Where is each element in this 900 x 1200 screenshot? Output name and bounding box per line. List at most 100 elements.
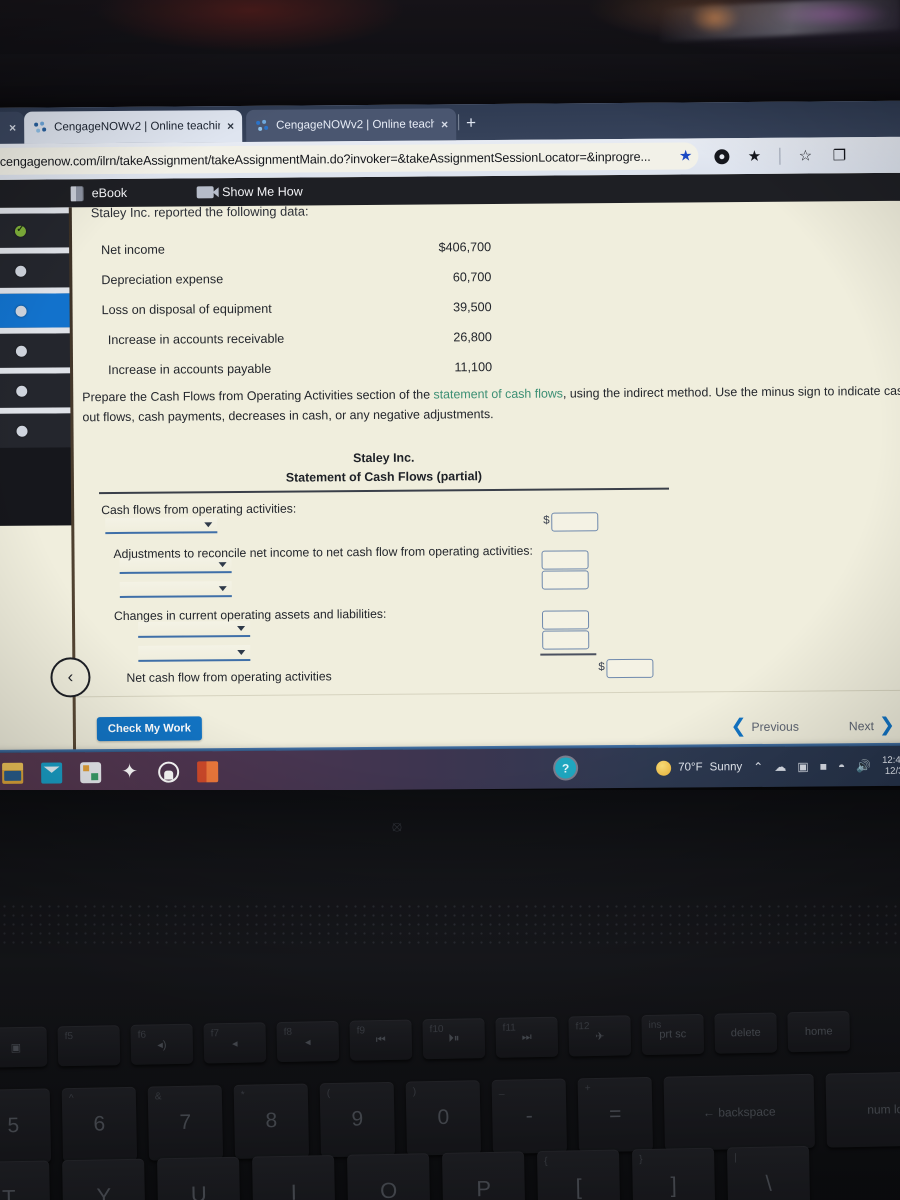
clock-date: 12/3/ <box>884 765 900 777</box>
dropbox-icon[interactable]: ✦ <box>119 760 140 782</box>
amount-input-1[interactable] <box>551 512 599 533</box>
key-sup: f5 <box>64 1030 74 1043</box>
tray-expand-chevron-icon[interactable]: ⌃ <box>753 760 763 774</box>
next-button[interactable]: Next ❯ <box>849 715 895 736</box>
key-main: ✈ <box>595 1030 605 1043</box>
question-nav-item-3-selected[interactable] <box>0 287 72 328</box>
favorite-star-icon[interactable]: ★ <box>679 146 693 164</box>
key-5: %5 <box>0 1088 52 1164</box>
status-pending-icon <box>16 425 28 437</box>
key-main: ◂ <box>231 1037 238 1050</box>
ebook-button[interactable]: eBook <box>70 185 128 201</box>
question-nav-item-4[interactable] <box>0 327 73 368</box>
split-screen-icon[interactable]: ❐ <box>830 146 848 164</box>
key-sup: ( <box>326 1088 331 1100</box>
key-main: ◂ <box>304 1035 311 1049</box>
file-explorer-icon[interactable] <box>2 762 24 784</box>
headphones-icon[interactable] <box>158 761 180 783</box>
browser-window: × CengageNOWv2 | Online teachin × Cengag… <box>0 100 900 756</box>
key-main: ⏮ <box>375 1033 386 1046</box>
onedrive-icon[interactable]: ☁ <box>774 760 786 774</box>
show-me-how-button[interactable]: Show Me How <box>197 185 303 200</box>
key-sup: } <box>639 1154 643 1166</box>
dollar-sign: $ <box>543 515 550 528</box>
browser-tab-inactive[interactable]: CengageNOWv2 | Online teachin × <box>246 108 457 142</box>
key-sup: { <box>544 1155 548 1167</box>
amount-input-2[interactable] <box>541 550 589 571</box>
key-main: U <box>190 1181 207 1200</box>
key-main: 9 <box>351 1107 364 1131</box>
wifi-icon[interactable]: ◓ <box>838 759 845 773</box>
status-pending-icon <box>15 345 27 357</box>
tab-close-icon[interactable]: × <box>441 117 448 131</box>
key-main: P <box>476 1175 492 1200</box>
key-main: Y <box>96 1183 112 1200</box>
url-input[interactable]: .cengagenow.com/ilrn/takeAssignment/take… <box>0 142 699 176</box>
volume-icon[interactable]: 🔊 <box>856 759 871 773</box>
browser-tab-partial[interactable]: × <box>0 111 25 145</box>
row-label: Increase in accounts receivable <box>107 331 285 348</box>
taskbar-app-icons: ✦ <box>0 760 219 784</box>
cengage-page: eBook Show Me How ✓ ‹ Staley Inc. report… <box>0 172 900 756</box>
office-icon[interactable] <box>197 760 219 782</box>
screenshot-icon[interactable]: ▣ <box>797 760 808 774</box>
account-select-5[interactable] <box>138 645 251 663</box>
tab-close-icon[interactable]: × <box>227 119 234 133</box>
new-tab-button[interactable]: + <box>466 113 476 133</box>
amount-input-3[interactable] <box>541 570 589 591</box>
row-label: Loss on disposal of equipment <box>101 301 272 318</box>
key-0: ) 0 <box>405 1080 482 1156</box>
key-sup: f6 <box>137 1029 147 1041</box>
speaker-grill <box>0 902 900 948</box>
cash-flow-statement-form: Staley Inc. Statement of Cash Flows (par… <box>99 447 671 694</box>
key-main: [ <box>575 1174 582 1200</box>
statement-of-cash-flows-link[interactable]: statement of cash flows <box>433 386 563 401</box>
extensions-puzzle-icon[interactable]: ★ <box>745 147 763 165</box>
clock-time: 12:44 <box>882 754 900 766</box>
amount-input-5[interactable] <box>542 630 590 651</box>
microsoft-store-icon[interactable] <box>80 761 102 783</box>
key-f5: f5 <box>57 1025 121 1067</box>
account-select-4[interactable] <box>138 621 251 639</box>
collections-icon[interactable]: ☆ <box>796 147 814 165</box>
ambient-background <box>0 0 900 112</box>
account-select-2[interactable] <box>119 557 232 575</box>
row-amount: 60,700 <box>452 270 492 285</box>
collapse-nav-button[interactable]: ‹ <box>50 657 91 698</box>
key-backslash: | \ <box>726 1145 811 1200</box>
row-amount: 39,500 <box>452 300 492 315</box>
question-nav-item-5[interactable] <box>0 367 73 408</box>
brave-shield-icon[interactable] <box>714 148 730 164</box>
key-f8-volume-up: f8 ◂ <box>276 1020 340 1063</box>
key-print-screen: ins prt sc <box>641 1013 705 1056</box>
ambient-glare-strip <box>660 0 900 43</box>
battery-icon[interactable]: ■ <box>820 759 827 773</box>
mail-icon[interactable] <box>41 761 63 784</box>
question-nav-item-1[interactable] <box>0 207 72 248</box>
key-sup: & <box>154 1091 162 1103</box>
net-cash-flow-input[interactable] <box>606 659 654 679</box>
key-f4: f4▣ <box>0 1026 48 1068</box>
previous-button[interactable]: ❮ Previous <box>730 716 798 737</box>
key-main: ] <box>670 1172 677 1198</box>
question-nav-item-2[interactable] <box>0 247 72 288</box>
net-cash-flow-label: Net cash flow from operating activities <box>126 669 332 686</box>
key-backspace: ← backspace <box>663 1073 815 1151</box>
weather-widget[interactable]: 70°F Sunny <box>656 760 742 776</box>
account-select-1[interactable] <box>105 517 218 535</box>
instructions-text-1: Prepare the Cash Flows from Operating Ac… <box>82 387 434 405</box>
question-nav-item-6[interactable] <box>0 407 73 448</box>
get-help-icon[interactable]: ? <box>555 757 577 779</box>
amount-input-4[interactable] <box>541 610 590 631</box>
taskbar-clock[interactable]: 12:44 12/3/ <box>882 754 900 777</box>
book-icon <box>70 185 84 201</box>
tab-title: CengageNOWv2 | Online teachin <box>54 120 221 134</box>
system-tray: 70°F Sunny ⌃ ☁ ▣ ■ ◓ 🔊 12:44 12/3/ <box>656 746 900 788</box>
account-select-3[interactable] <box>119 581 232 599</box>
check-my-work-button[interactable]: Check My Work <box>96 716 203 742</box>
tab-close-icon[interactable]: × <box>9 121 16 135</box>
key-home: home <box>787 1011 851 1053</box>
key-sup: f9 <box>356 1025 366 1037</box>
key-main: = <box>608 1102 622 1126</box>
browser-tab-active[interactable]: CengageNOWv2 | Online teachin × <box>24 110 243 144</box>
